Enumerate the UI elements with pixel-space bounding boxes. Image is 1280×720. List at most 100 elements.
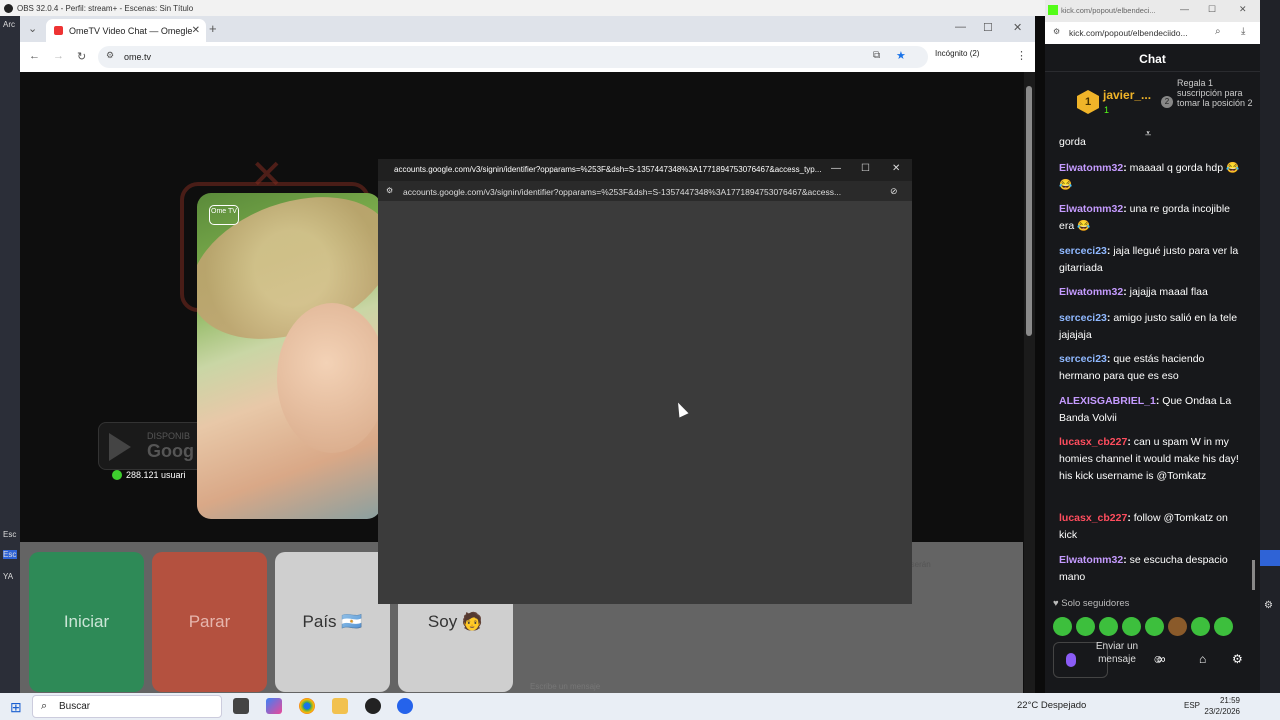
settings-icon[interactable]: ⚙ xyxy=(1232,652,1243,666)
popup-close-icon[interactable]: ✕ xyxy=(892,163,900,174)
address-url: ome.tv xyxy=(124,52,152,62)
store-icon[interactable]: ⌂ xyxy=(1199,652,1206,666)
copilot-icon[interactable] xyxy=(266,698,282,714)
chat-username[interactable]: lucasx_cb227 xyxy=(1059,512,1127,524)
windows-start-icon[interactable]: ⊞ xyxy=(10,699,22,716)
popup-maximize-icon[interactable]: ☐ xyxy=(861,163,870,174)
microphone-icon[interactable] xyxy=(1066,653,1076,667)
clock-date: 23/2/2026 xyxy=(1204,707,1240,716)
obs-side-label[interactable]: Esc xyxy=(3,550,17,559)
chrome-icon[interactable] xyxy=(299,698,315,714)
chat-username[interactable]: Elwatomm32 xyxy=(1059,286,1123,298)
kick-site-info-icon[interactable]: ⚙ xyxy=(1053,27,1060,36)
file-explorer-icon[interactable] xyxy=(332,698,348,714)
stop-button[interactable]: Parar xyxy=(152,552,267,692)
obs-title: OBS 32.0.4 - Perfil: stream+ - Escenas: … xyxy=(17,3,194,13)
emote-icon[interactable] xyxy=(1099,617,1118,636)
chat-username[interactable]: serceci23 xyxy=(1059,353,1107,365)
emote-icon[interactable] xyxy=(1214,617,1233,636)
chat-message: Elwatomm32: una re gorda incojible era 😂 xyxy=(1059,203,1231,232)
chat-username[interactable]: lucasx_cb227 xyxy=(1059,436,1127,448)
emote-icon[interactable] xyxy=(1191,617,1210,636)
chat-username[interactable]: Elwatomm32 xyxy=(1059,554,1123,566)
gplay-top-text: DISPONIB xyxy=(147,431,191,441)
chat-message: Elwatomm32: maaaal q gorda hdp 😂😂 xyxy=(1059,162,1240,191)
close-tab-icon[interactable]: ✕ xyxy=(192,25,200,36)
country-button[interactable]: País 🇦🇷 xyxy=(275,552,390,692)
app-icon[interactable] xyxy=(397,698,413,714)
start-button[interactable]: Iniciar xyxy=(29,552,144,692)
obs-icon[interactable] xyxy=(365,698,381,714)
emote-icon[interactable] xyxy=(1168,617,1187,636)
system-clock[interactable]: 21:59 23/2/2026 xyxy=(1204,695,1240,717)
chat-username[interactable]: Elwatomm32 xyxy=(1059,203,1123,215)
send-message-input[interactable]: Enviar un mensaje xyxy=(1090,640,1144,666)
kick-url-bar[interactable]: ⚙ kick.com/popout/elbendeciido... ⌕ ⤓ xyxy=(1045,22,1260,44)
rank-1-medal-icon: 1 xyxy=(1077,90,1099,114)
emote-icon[interactable] xyxy=(1076,617,1095,636)
popup-title-bar: accounts.google.com/v3/signin/identifier… xyxy=(378,159,912,181)
online-users: 288.121 usuari xyxy=(112,470,186,480)
taskbar-search[interactable]: ⌕ Buscar xyxy=(32,695,222,718)
task-view-icon[interactable] xyxy=(233,698,249,714)
popup-url-bar[interactable]: ⚙ accounts.google.com/v3/signin/identifi… xyxy=(378,181,912,201)
clock-time: 21:59 xyxy=(1219,696,1240,705)
bookmark-star-icon[interactable]: ★ xyxy=(896,49,906,62)
zoom-icon[interactable]: ⌕ xyxy=(1215,26,1221,37)
promo-video-preview: Ome TV xyxy=(197,193,381,519)
tab-ometv[interactable]: OmeTV Video Chat — Omegle ✕ xyxy=(46,19,206,42)
kick-maximize-icon[interactable]: ☐ xyxy=(1208,4,1216,15)
online-dot-icon xyxy=(112,470,122,480)
tab-search-icon[interactable]: ⌄ xyxy=(28,22,37,35)
chat-username[interactable]: ALEXISGABRIEL_1 xyxy=(1059,395,1156,407)
close-window-icon[interactable]: ✕ xyxy=(1013,21,1022,34)
minimize-icon[interactable]: — xyxy=(955,21,966,33)
chat-message: Elwatomm32: se escucha despacio mano xyxy=(1059,554,1228,583)
obs-side-label: YA xyxy=(3,572,14,581)
message-text: gorda xyxy=(1059,136,1086,148)
download-icon[interactable]: ⤓ xyxy=(1241,26,1245,37)
gift-leaderboard[interactable]: 1 javier_... 1 2 Regala 1 suscripción pa… xyxy=(1045,72,1260,140)
reload-icon[interactable]: ↻ xyxy=(77,50,86,63)
obs-right-panel: ⚙ xyxy=(1260,0,1280,693)
address-bar[interactable]: ⚙ ome.tv ⧉ ★ xyxy=(98,46,928,68)
kick-close-icon[interactable]: ✕ xyxy=(1239,4,1247,15)
page-scroll-thumb[interactable] xyxy=(1026,86,1032,336)
ometv-antenna-icon: ✕ xyxy=(250,153,284,197)
google-play-badge[interactable]: DISPONIB Goog xyxy=(98,422,208,470)
leader-cta: Regala 1 suscripción para tomar la posic… xyxy=(1177,78,1253,108)
obs-title-bar: OBS 32.0.4 - Perfil: stream+ - Escenas: … xyxy=(0,0,1045,16)
leader-name: javier_... xyxy=(1103,88,1152,102)
language-indicator[interactable]: ESP xyxy=(1184,701,1200,710)
search-icon: ⌕ xyxy=(41,700,48,712)
message-input[interactable]: Escribe un mensaje xyxy=(530,682,600,691)
chat-scrollbar[interactable] xyxy=(1252,560,1255,590)
chat-username[interactable]: Elwatomm32 xyxy=(1059,162,1123,174)
new-tab-icon[interactable]: + xyxy=(209,21,217,36)
weather-widget[interactable]: 22°C Despejado xyxy=(1017,700,1086,711)
emote-icon[interactable] xyxy=(1053,617,1072,636)
infinity-icon[interactable]: ∞ xyxy=(1157,652,1166,666)
maximize-icon[interactable]: ☐ xyxy=(983,21,993,34)
translate-icon[interactable]: ⧉ xyxy=(873,50,880,61)
site-info-icon[interactable]: ⚙ xyxy=(106,50,114,61)
incognito-indicator[interactable]: Incógnito (2) xyxy=(935,49,979,58)
kick-minimize-icon[interactable]: — xyxy=(1180,4,1189,14)
back-icon[interactable]: ← xyxy=(29,50,40,62)
eye-off-icon[interactable]: ⊘ xyxy=(890,186,898,197)
chat-username[interactable]: serceci23 xyxy=(1059,312,1107,324)
play-store-icon xyxy=(109,433,131,461)
rank-2-medal-icon: 2 xyxy=(1161,96,1173,108)
chat-username[interactable]: serceci23 xyxy=(1059,245,1107,257)
obs-selected-item[interactable] xyxy=(1260,550,1280,566)
obs-settings-icon[interactable]: ⚙ xyxy=(1264,600,1273,611)
obs-side-label: Arc xyxy=(3,20,15,29)
popup-minimize-icon[interactable]: — xyxy=(831,163,841,174)
menu-dots-icon[interactable]: ⋮ xyxy=(1016,49,1027,62)
emote-icon[interactable] xyxy=(1145,617,1164,636)
forward-icon[interactable]: → xyxy=(53,50,64,62)
chat-message: gorda xyxy=(1059,136,1247,151)
leader-gift-count: 1 xyxy=(1104,105,1110,115)
popup-site-info-icon[interactable]: ⚙ xyxy=(386,186,393,195)
emote-icon[interactable] xyxy=(1122,617,1141,636)
